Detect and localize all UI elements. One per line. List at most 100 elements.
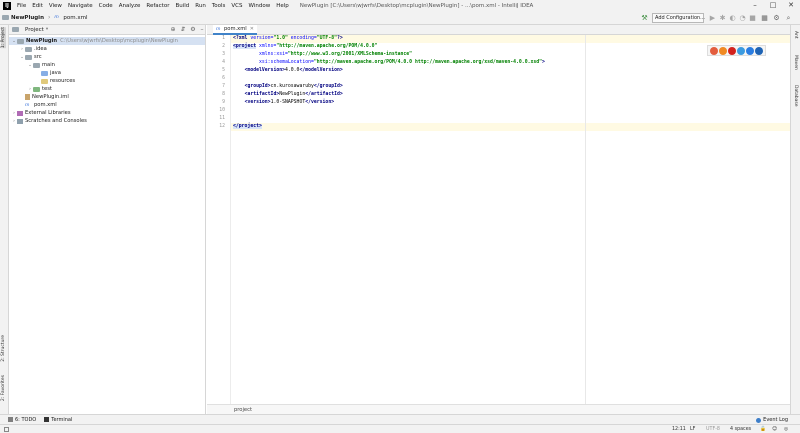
nav-file-crumb[interactable]: m pom.xml — [52, 15, 89, 21]
ant-tool-tab[interactable]: Ant — [793, 31, 798, 39]
tree-item[interactable]: › .idea — [9, 45, 47, 53]
menu-item-view[interactable]: View — [46, 3, 65, 9]
search-icon[interactable]: ⌕ — [784, 13, 793, 23]
file-encoding[interactable]: UTF-8 — [706, 425, 720, 433]
code-line[interactable]: <version>1.0-SNAPSHOT</version> — [233, 99, 335, 107]
todo-tool-tab[interactable]: 6: TODO — [8, 417, 36, 423]
line-separator[interactable]: LF — [690, 425, 695, 433]
inspection-icon[interactable]: ☺ — [772, 425, 777, 433]
code-line[interactable]: <modelVersion>4.0.0</modelVersion> — [233, 67, 343, 75]
menu-item-refactor[interactable]: Refactor — [143, 3, 172, 9]
tree-item-label: External Libraries — [25, 110, 71, 116]
chrome-browser-icon[interactable] — [710, 47, 718, 55]
code-line[interactable]: xsi:schemaLocation="http://maven.apache.… — [233, 59, 545, 67]
close-window-icon[interactable]: ✕ — [782, 0, 800, 11]
code-line[interactable]: <project xmlns="http://maven.apache.org/… — [233, 43, 377, 51]
settings-icon[interactable]: ⚙ — [772, 13, 781, 23]
editor-breadcrumb[interactable]: project — [207, 404, 790, 414]
database-tool-tab[interactable]: Database — [793, 85, 798, 106]
firefox-browser-icon[interactable] — [719, 47, 727, 55]
menu-item-window[interactable]: Window — [246, 3, 274, 9]
code-token: version= — [250, 36, 274, 41]
line-number: 1 — [222, 36, 225, 41]
opera-browser-icon[interactable] — [728, 47, 736, 55]
code-line[interactable]: </project> — [233, 123, 262, 131]
menu-item-analyze[interactable]: Analyze — [116, 3, 144, 9]
tree-item[interactable]: ⌄ src — [9, 53, 41, 61]
tree-item[interactable]: resources — [9, 77, 75, 85]
safari-browser-icon[interactable] — [737, 47, 745, 55]
code-editor[interactable]: <?xml version="1.0" encoding="UTF-8"?> <p… — [231, 35, 790, 404]
debug-icon[interactable]: ✱ — [718, 13, 727, 23]
chevron-down-icon[interactable]: ▾ — [46, 27, 48, 32]
browser-preview-icons — [707, 45, 766, 56]
window-title: NewPlugin [C:\Users\wjwrfs\Desktop\mcplu… — [299, 2, 534, 9]
line-number-gutter: 1 2 3 4 5 6 7 8 9 10 11 12 — [207, 35, 231, 404]
edge-browser-icon[interactable] — [755, 47, 763, 55]
collapse-all-icon[interactable]: ⇵ — [179, 25, 187, 35]
ie-browser-icon[interactable] — [746, 47, 754, 55]
event-log-icon — [756, 417, 762, 423]
tree-item-label: NewPlugin.iml — [32, 94, 69, 100]
hide-panel-icon[interactable]: – — [198, 25, 206, 35]
library-icon — [17, 110, 23, 116]
menu-item-vcs[interactable]: VCS — [228, 3, 245, 9]
add-configuration-button[interactable]: Add Configuration... — [652, 13, 705, 23]
tree-item[interactable]: › Scratches and Consoles — [9, 117, 87, 125]
stop-icon[interactable]: ■ — [748, 13, 757, 23]
nav-project-crumb[interactable]: NewPlugin — [0, 15, 46, 21]
tool-windows-toggle-icon[interactable] — [4, 427, 9, 432]
gear-icon[interactable]: ⚙ — [189, 25, 197, 35]
notifications-icon[interactable]: ◎ — [784, 425, 788, 433]
maximize-icon[interactable]: □ — [764, 0, 782, 11]
project-tool-tab[interactable]: 1: Project — [1, 27, 6, 49]
code-line[interactable]: <?xml version="1.0" encoding="UTF-8"?> — [233, 35, 343, 43]
tree-item[interactable]: ⌄ main — [9, 61, 55, 69]
indent-setting[interactable]: 4 spaces — [730, 425, 751, 433]
menu-item-run[interactable]: Run — [192, 3, 209, 9]
structure-tool-tab[interactable]: 2: Structure — [1, 335, 6, 362]
tree-item-label: .idea — [34, 46, 47, 52]
close-tab-icon[interactable]: ✕ — [250, 26, 254, 32]
menu-bar: File Edit View Navigate Code Analyze Refactor B… — [14, 3, 292, 9]
tree-item[interactable]: › test — [9, 85, 52, 93]
editor-tab-pom[interactable]: m pom.xml ✕ — [213, 25, 257, 35]
tree-item[interactable]: NewPlugin.iml — [9, 93, 69, 101]
tree-item[interactable]: › External Libraries — [9, 109, 71, 117]
menu-item-navigate[interactable]: Navigate — [65, 3, 96, 9]
menu-item-build[interactable]: Build — [172, 3, 192, 9]
tree-item[interactable]: m pom.xml — [9, 101, 57, 109]
locate-target-icon[interactable]: ⊕ — [169, 25, 177, 35]
folder-icon — [17, 38, 24, 44]
tree-item[interactable]: ⌄ NewPlugin C:\Users\wjwrfs\Desktop\mcplug… — [9, 37, 205, 45]
menu-item-code[interactable]: Code — [96, 3, 116, 9]
maven-tool-tab[interactable]: Maven — [793, 55, 798, 70]
terminal-icon — [44, 417, 50, 422]
code-line[interactable]: <artifactId>NewPlugin</artifactId> — [233, 91, 343, 99]
caret-position[interactable]: 12:11 — [672, 425, 686, 433]
code-line[interactable]: xmlns:xsi="http://www.w3.org/2001/XMLSch… — [233, 51, 412, 59]
maven-file-icon: m — [25, 102, 30, 108]
tree-item-path: C:\Users\wjwrfs\Desktop\mcplugin\NewPlug… — [60, 38, 178, 44]
profile-icon[interactable]: ◔ — [738, 13, 747, 23]
minimize-icon[interactable]: – — [746, 0, 764, 11]
menu-item-tools[interactable]: Tools — [209, 3, 229, 9]
menu-item-help[interactable]: Help — [273, 3, 292, 9]
lock-icon[interactable]: 🔓 — [760, 425, 766, 433]
project-panel-title[interactable]: Project — [25, 27, 44, 33]
terminal-tool-tab[interactable]: Terminal — [44, 417, 72, 423]
tree-item[interactable]: java — [9, 69, 61, 77]
build-hammer-icon[interactable]: ⚒ — [640, 13, 649, 23]
editor-area: m pom.xml ✕ 1 2 3 4 5 6 7 8 9 10 11 12 <?xml versio… — [207, 25, 790, 414]
line-number: 9 — [222, 100, 225, 105]
menu-item-file[interactable]: File — [14, 3, 29, 9]
menu-item-edit[interactable]: Edit — [29, 3, 46, 9]
favorites-tool-tab[interactable]: 2: Favorites — [1, 375, 6, 401]
code-token: "http://www.w3.org/2001/XMLSchema-instan… — [287, 52, 413, 57]
run-icon[interactable]: ▶ — [708, 13, 717, 23]
code-line[interactable]: <groupId>cn.kurosawaruby</groupId> — [233, 83, 343, 91]
coverage-icon[interactable]: ◐ — [728, 13, 737, 23]
project-structure-icon[interactable]: ▦ — [760, 13, 769, 23]
